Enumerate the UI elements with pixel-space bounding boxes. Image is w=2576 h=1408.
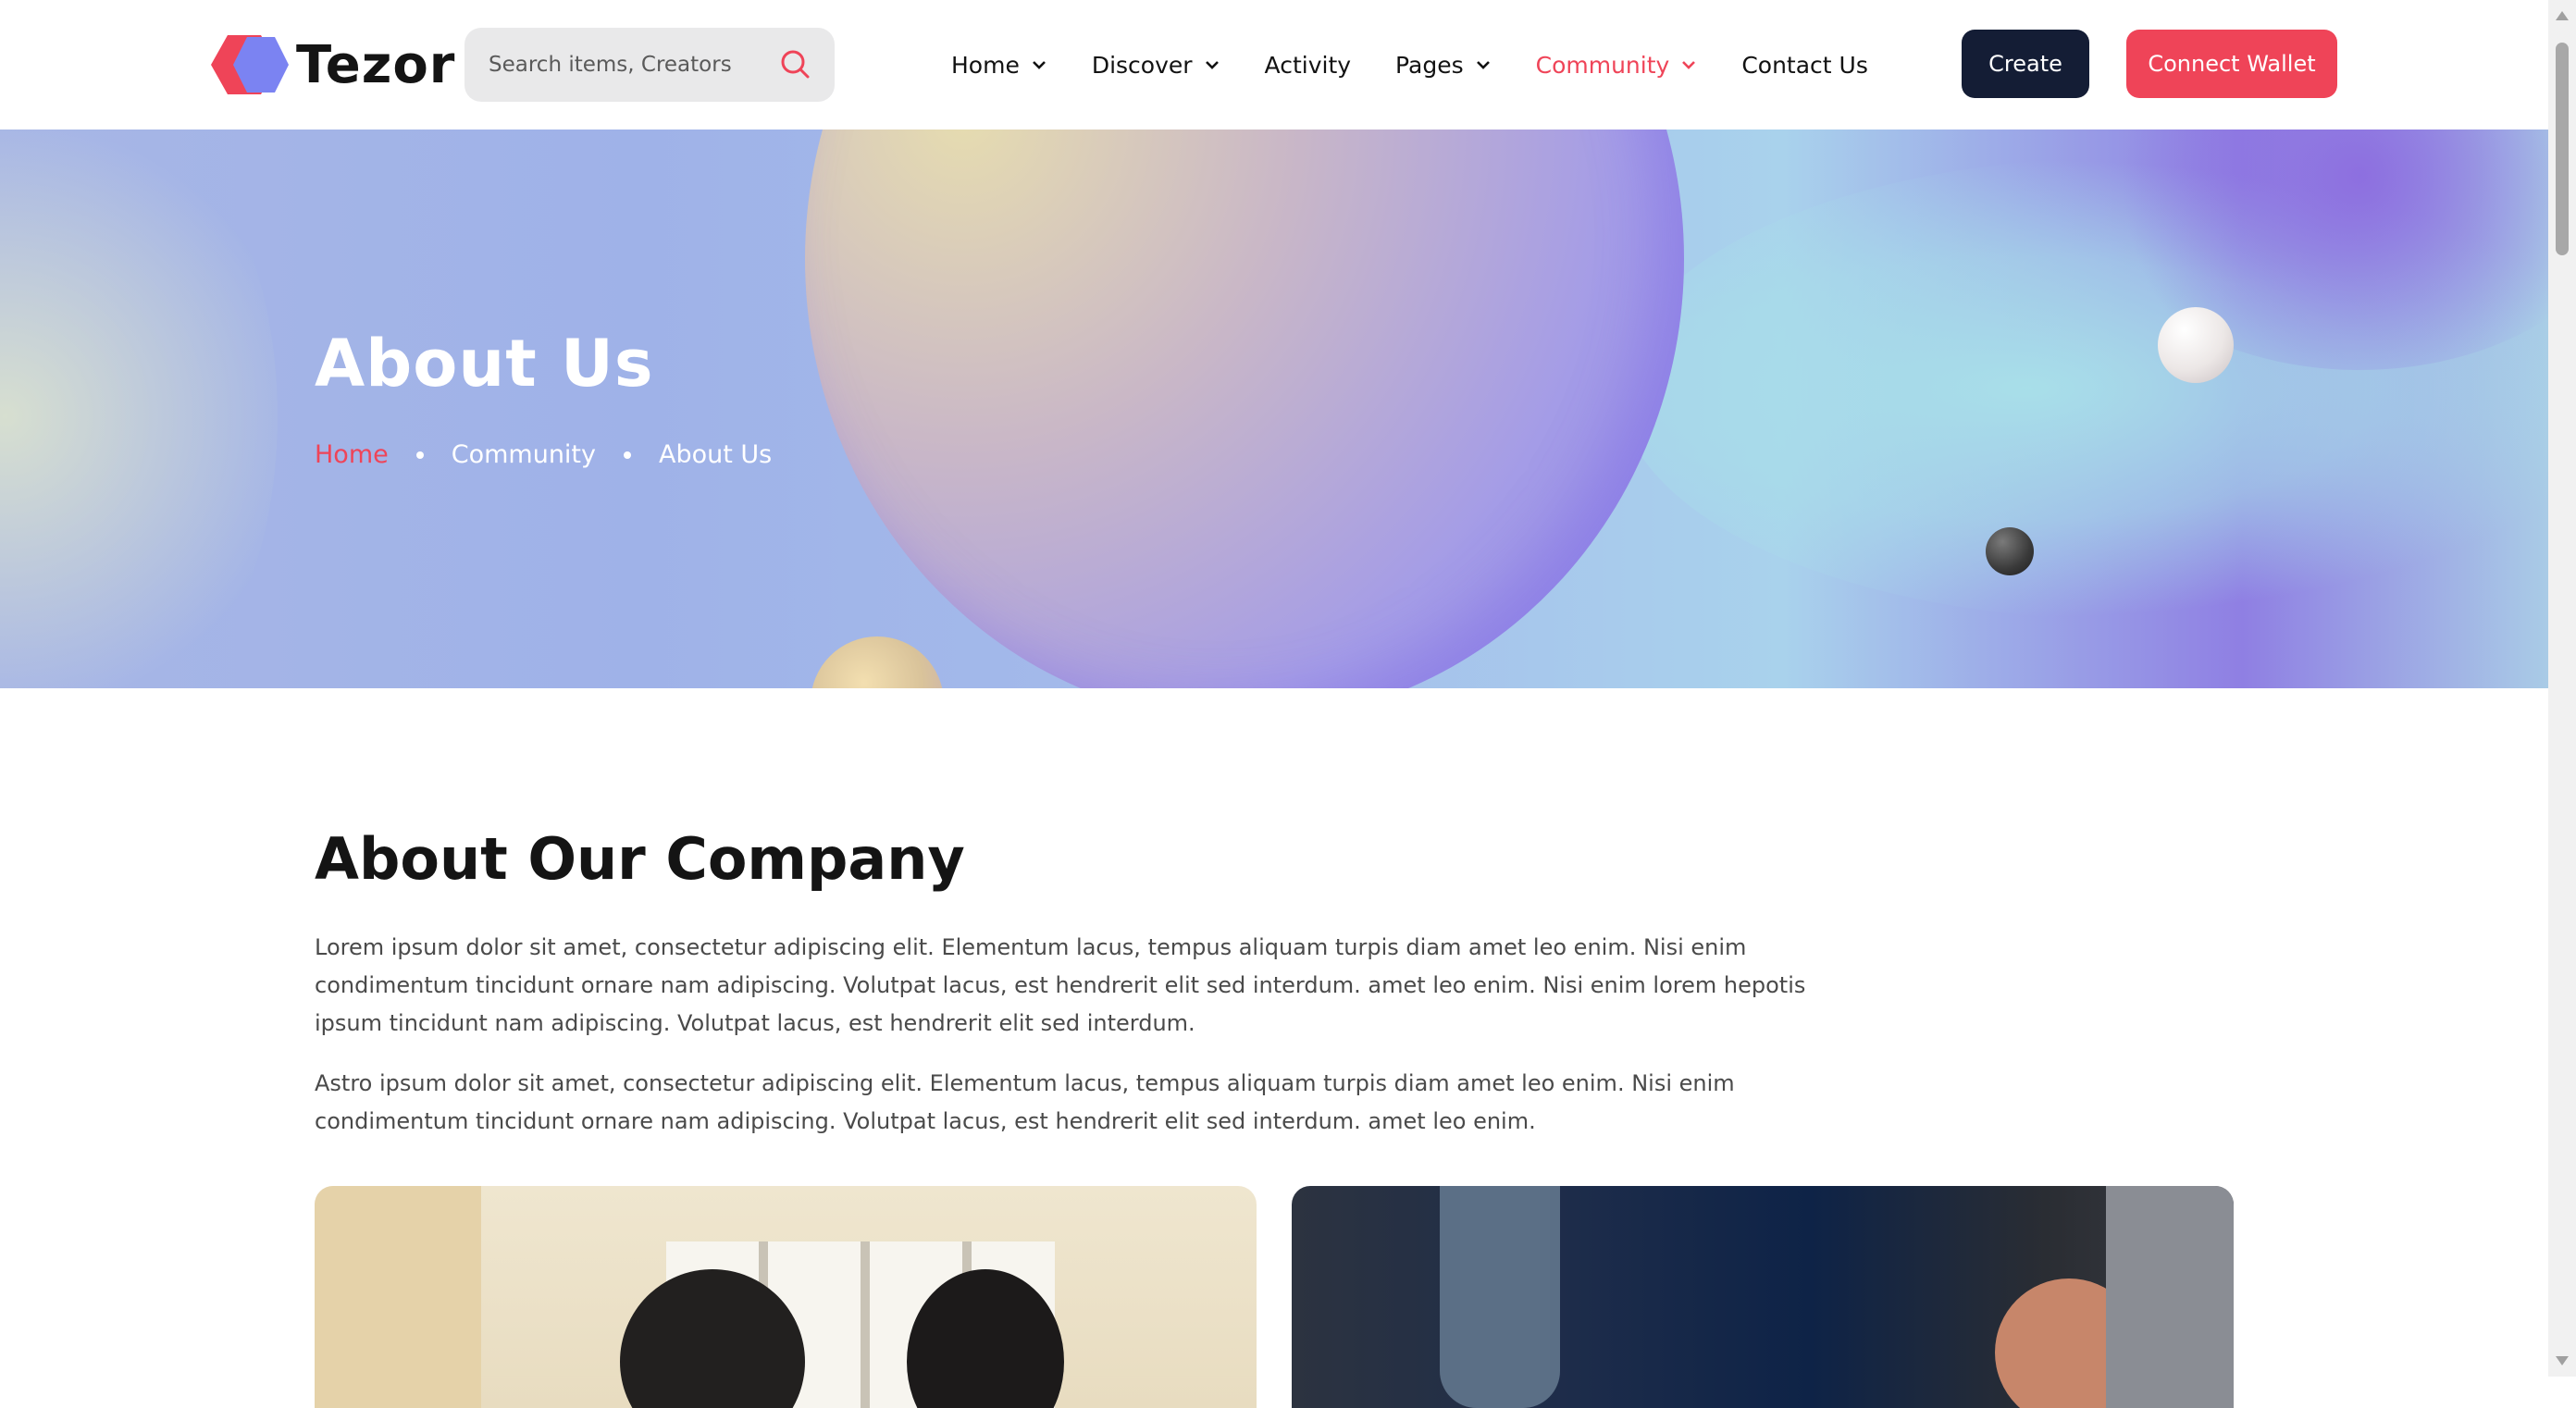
office-photo (1292, 1186, 2234, 1408)
about-paragraph: Lorem ipsum dolor sit amet, consectetur … (315, 934, 1806, 1036)
chevron-down-icon (1032, 61, 1046, 69)
hero-sphere (811, 636, 944, 688)
hero-ball-dark (1986, 527, 2034, 575)
nav-label: Discover (1091, 51, 1193, 79)
hero-ball-white (2158, 307, 2234, 383)
page-title: About Us (315, 326, 654, 401)
nav-label: Community (1535, 51, 1670, 79)
nav-label: Contact Us (1741, 51, 1868, 79)
chevron-down-icon (1682, 61, 1696, 69)
connect-wallet-button[interactable]: Connect Wallet (2126, 30, 2337, 98)
nav-item-activity[interactable]: Activity (1265, 52, 1352, 79)
nav-label: Pages (1395, 51, 1464, 79)
chevron-down-icon (1205, 61, 1219, 69)
logo-text: Tezor (296, 34, 456, 95)
team-photo (315, 1186, 1257, 1408)
nav-item-discover[interactable]: Discover (1092, 52, 1220, 79)
breadcrumb-community-link[interactable]: Community (452, 440, 596, 469)
vertical-scrollbar[interactable] (2548, 0, 2576, 1377)
search-box (464, 28, 835, 102)
breadcrumb: Home Community About Us (315, 440, 772, 469)
nav-label: Activity (1264, 51, 1352, 79)
breadcrumb-separator (415, 451, 424, 459)
chevron-down-icon (1476, 61, 1490, 69)
search-input[interactable] (489, 28, 766, 102)
breadcrumb-separator (624, 451, 631, 459)
hero-sphere (805, 130, 1684, 688)
breadcrumb-home-link[interactable]: Home (315, 440, 389, 469)
nav-item-home[interactable]: Home (951, 52, 1047, 79)
about-section-title: About Our Company (315, 825, 965, 893)
scrollbar-thumb[interactable] (2556, 43, 2569, 255)
logo-hexagon-icon (211, 31, 289, 98)
nav-item-community[interactable]: Community (1536, 52, 1698, 79)
site-header: Tezor Home Discover Activity Pages Commu… (0, 0, 2548, 130)
about-paragraph: Astro ipsum dolor sit amet, consectetur … (315, 1070, 1735, 1134)
hero-banner: About Us Home Community About Us (0, 130, 2548, 688)
hero-background-shape (0, 130, 278, 688)
nav-item-pages[interactable]: Pages (1395, 52, 1492, 79)
search-icon[interactable] (777, 46, 814, 83)
scroll-up-arrow-icon[interactable] (2556, 11, 2569, 20)
main-nav: Home Discover Activity Pages Community C… (951, 37, 1913, 93)
create-button[interactable]: Create (1962, 30, 2089, 98)
nav-item-contact-us[interactable]: Contact Us (1741, 52, 1868, 79)
breadcrumb-current: About Us (659, 440, 773, 469)
nav-label: Home (951, 51, 1020, 79)
logo[interactable]: Tezor (211, 31, 455, 98)
scroll-down-arrow-icon[interactable] (2556, 1356, 2569, 1365)
